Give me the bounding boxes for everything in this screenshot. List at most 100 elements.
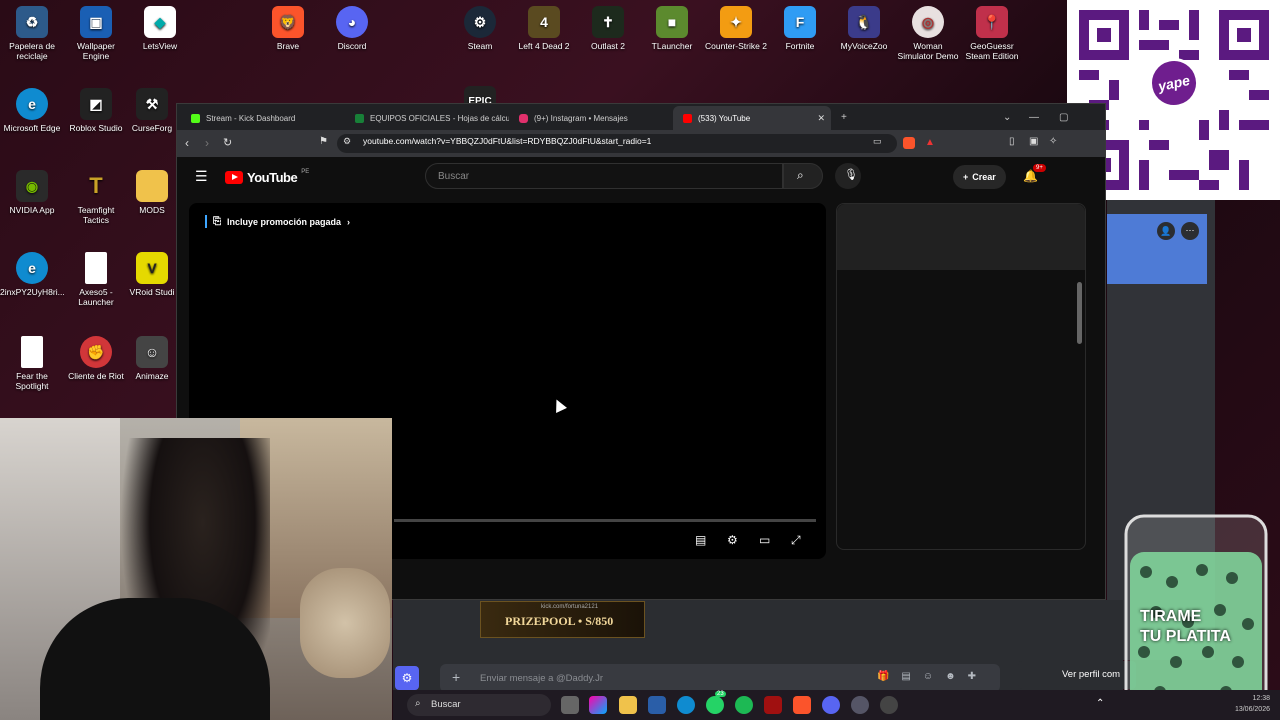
desktop-icon-edge[interactable]: e Microsoft Edge	[0, 88, 64, 133]
app-icon[interactable]	[880, 696, 898, 714]
brave-shields-icon[interactable]	[903, 137, 915, 149]
desktop-icon-vroid[interactable]: V VRoid Studi	[128, 252, 176, 297]
sidebar-icon[interactable]: ▯	[1009, 136, 1015, 147]
desktop-icon-woman-simulator[interactable]: ◎ Woman Simulator Demo	[896, 6, 960, 61]
maximize-button[interactable]: ▢	[1059, 104, 1068, 130]
settings-icon[interactable]: ⚙	[727, 533, 738, 547]
desktop-icon-tlauncher[interactable]: ■ TLauncher	[640, 6, 704, 51]
left4dead-icon: 4	[528, 6, 560, 38]
edge-taskbar-icon[interactable]	[677, 696, 695, 714]
search-input[interactable]: Buscar	[425, 163, 783, 189]
brave-rewards-icon[interactable]: ▲	[925, 137, 937, 149]
fullscreen-icon[interactable]: ⤢	[791, 533, 801, 548]
youtube-favicon-icon	[683, 113, 692, 123]
desktop-icon-animaze[interactable]: ☺ Animaze	[128, 336, 176, 381]
tab-google-sheets[interactable]: EQUIPOS OFICIALES - Hojas de cálcu	[345, 106, 509, 130]
chat-toolbar-icons[interactable]: 🎁▤☺☻✚	[877, 671, 988, 682]
promo-icon: ⎘	[213, 216, 221, 227]
desktop-icon-myvoicezoo[interactable]: 🐧 MyVoiceZoo	[832, 6, 896, 51]
paid-promotion-label[interactable]: ⎘ Incluye promoción pagada ›	[205, 215, 350, 228]
desktop-icon-discord[interactable]: ◕ Discord	[320, 6, 384, 51]
video-progress-bar[interactable]	[394, 519, 816, 522]
youtube-header: ☰ YouTube PE Buscar ⌕ 🎙 + Crear 🔔 9+	[177, 157, 1105, 201]
tab-youtube[interactable]: (533) YouTube ✕	[673, 106, 831, 130]
copilot-icon[interactable]	[589, 696, 607, 714]
desktop-icon-curseforge[interactable]: ⚒ CurseForg	[128, 88, 176, 133]
tlauncher-icon: ■	[656, 6, 688, 38]
desktop-icon-roblox-studio[interactable]: ◩ Roblox Studio	[64, 88, 128, 133]
mic-icon: 🎙	[844, 169, 858, 181]
brave-taskbar-icon[interactable]	[793, 696, 811, 714]
settings-gear-icon[interactable]: ⚙	[395, 666, 419, 690]
desktop-icon-fortnite[interactable]: F Fortnite	[768, 6, 832, 51]
attach-plus-icon[interactable]: +	[452, 669, 460, 685]
subtitles-icon[interactable]: ▤	[695, 533, 706, 547]
youtube-play-icon	[225, 171, 243, 184]
tab-search-icon[interactable]: ⌄	[1003, 104, 1011, 130]
cast-icon[interactable]: ▭	[873, 136, 882, 147]
clock[interactable]: 12:38 13/06/2026	[1235, 693, 1270, 715]
desktop-icon-edge-shortcut[interactable]: e 2inxPY2UyH8ri...	[0, 252, 65, 297]
add-friend-icon[interactable]: 👤	[1157, 222, 1175, 240]
back-icon[interactable]: ‹	[185, 136, 189, 150]
desktop-icon-brave[interactable]: 🦁 Brave	[256, 6, 320, 51]
search-icon: ⌕	[797, 168, 804, 182]
site-info-icon[interactable]: ⚙	[343, 136, 351, 147]
file-explorer-icon[interactable]	[619, 696, 637, 714]
discord-message-input[interactable]: + Enviar mensaje a @Daddy.Jr 🎁▤☺☻✚	[440, 664, 1000, 692]
obs-icon[interactable]	[851, 696, 869, 714]
forward-icon[interactable]: ›	[205, 136, 209, 150]
task-view-icon[interactable]	[561, 696, 579, 714]
theater-mode-icon[interactable]: ▭	[759, 533, 770, 547]
reload-icon[interactable]: ↻	[223, 136, 232, 149]
desktop-icon-nvidia[interactable]: ◉ NVIDIA App	[0, 170, 64, 215]
edge-icon: e	[16, 88, 48, 120]
tray-chevron-icon[interactable]: ⌃	[1096, 698, 1104, 709]
desktop-icon-wallpaper-engine[interactable]: ▣ Wallpaper Engine	[64, 6, 128, 61]
desktop-icon-tft[interactable]: T Teamfight Tactics	[64, 170, 128, 226]
desktop-icon-fear-the-spotlight[interactable]: Fear the Spotlight	[0, 336, 64, 391]
tip-jar-text: TIRAME TU PLATITA	[1140, 608, 1231, 645]
search-button[interactable]: ⌕	[783, 163, 823, 189]
store-icon[interactable]	[648, 696, 666, 714]
tab-instagram[interactable]: (9+) Instagram • Mensajes	[509, 106, 673, 130]
desktop-icon-geoguessr[interactable]: 📍 GeoGuessr Steam Edition	[960, 6, 1024, 61]
new-tab-button[interactable]: +	[841, 104, 847, 130]
close-tab-icon[interactable]: ✕	[817, 113, 825, 124]
wallet-icon[interactable]: ▣	[1029, 136, 1038, 147]
desktop-icon-outlast2[interactable]: ✝ Outlast 2	[576, 6, 640, 51]
playlist-scrollbar[interactable]	[1077, 282, 1082, 344]
leo-ai-icon[interactable]: ✧	[1049, 136, 1057, 147]
desktop-icon-recycle-bin[interactable]: ♻ Papelera de reciclaje	[0, 6, 64, 61]
view-profile-button[interactable]: Ver perfil com	[1018, 661, 1136, 689]
tab-kick-dashboard[interactable]: Stream - Kick Dashboard	[181, 106, 345, 130]
tab-bar: Stream - Kick Dashboard EQUIPOS OFICIALE…	[177, 104, 1105, 130]
whatsapp-icon[interactable]	[706, 696, 724, 714]
edge-shortcut-icon: e	[16, 252, 48, 284]
file-icon	[85, 252, 107, 284]
desktop-icon-counter-strike[interactable]: ✦ Counter-Strike 2	[704, 6, 768, 51]
desktop-icon-steam[interactable]: ⚙ Steam	[448, 6, 512, 51]
teddy-bear	[300, 568, 390, 678]
spotify-icon[interactable]	[735, 696, 753, 714]
desktop-icon-letsview[interactable]: ◆ LetsView	[128, 6, 192, 51]
desktop-icon-axeso5[interactable]: Axeso5 - Launcher	[64, 252, 128, 307]
discord-profile-card: 👤 ⋯	[1107, 214, 1207, 284]
more-options-icon[interactable]: ⋯	[1181, 222, 1199, 240]
discord-taskbar-icon[interactable]	[822, 696, 840, 714]
riot-icon: ✊	[80, 336, 112, 368]
menu-hamburger-icon[interactable]: ☰	[195, 168, 208, 185]
youtube-logo[interactable]: YouTube PE	[225, 169, 309, 185]
notification-badge: 9+	[1033, 164, 1046, 172]
dota-icon[interactable]	[764, 696, 782, 714]
bookmark-icon[interactable]: ⚑	[319, 136, 328, 147]
whatsapp-badge: 23	[715, 691, 726, 697]
desktop-icon-riot-client[interactable]: ✊ Cliente de Riot	[64, 336, 128, 381]
voice-search-button[interactable]: 🎙	[835, 163, 861, 189]
desktop-icon-left4dead2[interactable]: 4 Left 4 Dead 2	[512, 6, 576, 51]
create-button[interactable]: + Crear	[953, 165, 1006, 189]
taskbar-search[interactable]: ⌕ Buscar	[407, 694, 551, 716]
sheets-icon	[355, 113, 364, 123]
minimize-button[interactable]: —	[1029, 104, 1039, 130]
desktop-icon-mods-folder[interactable]: MODS	[128, 170, 176, 215]
